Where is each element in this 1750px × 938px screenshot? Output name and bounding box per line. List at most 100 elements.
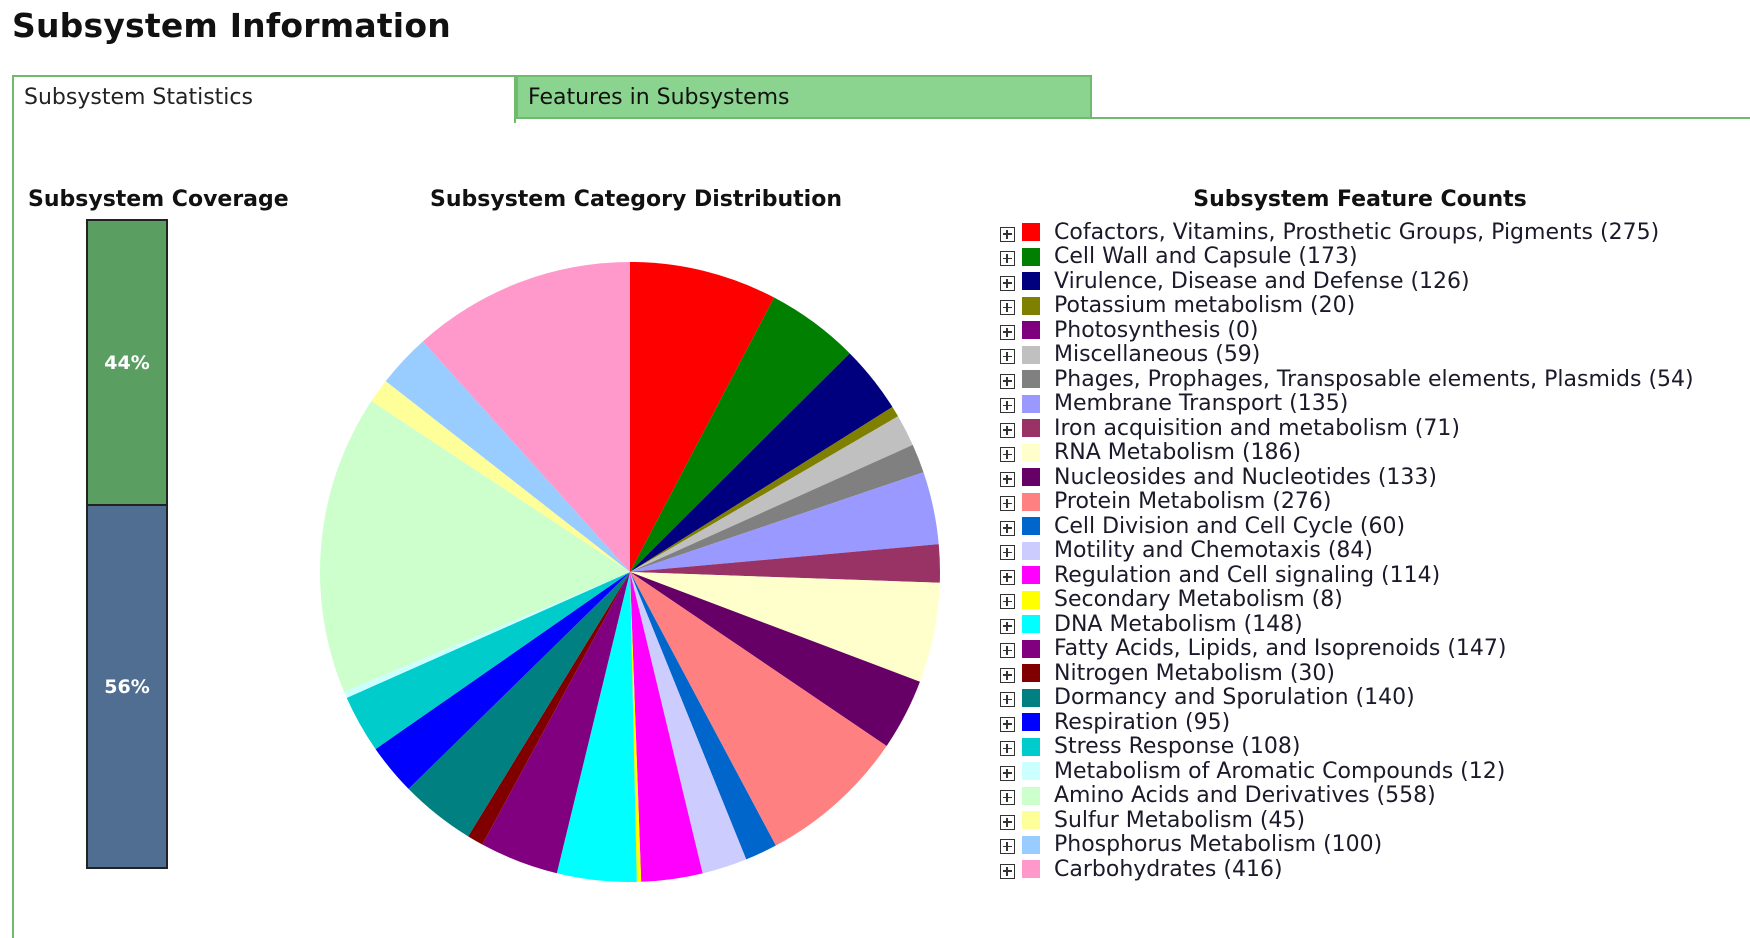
legend-label: Respiration (95) xyxy=(1054,709,1231,735)
legend-swatch xyxy=(1022,247,1040,266)
legend-item[interactable]: Regulation and Cell signaling (114) xyxy=(1000,563,1694,588)
legend-item[interactable]: Membrane Transport (135) xyxy=(1000,391,1694,417)
legend-item[interactable]: RNA Metabolism (186) xyxy=(1000,440,1694,466)
expand-plus-icon[interactable] xyxy=(1000,471,1015,487)
legend-swatch xyxy=(1022,345,1040,364)
legend-swatch xyxy=(1022,394,1040,413)
legend-swatch xyxy=(1022,468,1040,487)
legend-item[interactable]: Dormancy and Sporulation (140) xyxy=(1000,685,1694,711)
expand-plus-icon[interactable] xyxy=(1000,839,1015,855)
tab-subsystem-statistics[interactable]: Subsystem Statistics xyxy=(12,75,516,123)
legend-label: Potassium metabolism (20) xyxy=(1054,293,1356,319)
legend-item[interactable]: Phosphorus Metabolism (100) xyxy=(1000,832,1694,858)
legend-item[interactable]: Sulfur Metabolism (45) xyxy=(1000,808,1694,833)
coverage-title: Subsystem Coverage xyxy=(28,187,289,212)
page-title: Subsystem Information xyxy=(12,6,451,45)
legend-item[interactable]: Iron acquisition and metabolism (71) xyxy=(1000,416,1694,441)
expand-plus-icon[interactable] xyxy=(1000,716,1015,732)
legend-label: Phages, Prophages, Transposable elements… xyxy=(1054,366,1694,392)
legend-item[interactable]: DNA Metabolism (148) xyxy=(1000,612,1694,637)
legend-swatch xyxy=(1022,860,1040,879)
legend-item[interactable]: Cell Division and Cell Cycle (60) xyxy=(1000,514,1694,539)
expand-plus-icon[interactable] xyxy=(1000,496,1015,512)
legend-item[interactable]: Carbohydrates (416) xyxy=(1000,857,1694,882)
expand-plus-icon[interactable] xyxy=(1000,790,1015,806)
expand-plus-icon[interactable] xyxy=(1000,667,1015,683)
legend-label: Carbohydrates (416) xyxy=(1054,856,1283,882)
expand-plus-icon[interactable] xyxy=(1000,692,1015,708)
legend-label: Nitrogen Metabolism (30) xyxy=(1054,660,1335,686)
legend-item[interactable]: Photosynthesis (0) xyxy=(1000,318,1694,343)
legend-swatch xyxy=(1022,370,1040,389)
legend-item[interactable]: Protein Metabolism (276) xyxy=(1000,489,1694,514)
legend-swatch xyxy=(1022,419,1040,438)
expand-plus-icon[interactable] xyxy=(1000,643,1015,659)
legend-swatch xyxy=(1022,713,1040,732)
expand-plus-icon[interactable] xyxy=(1000,251,1015,267)
panel-border xyxy=(12,121,14,938)
tab-features-in-subsystems[interactable]: Features in Subsystems xyxy=(516,75,1092,119)
legend-label: Cell Division and Cell Cycle (60) xyxy=(1054,513,1406,539)
legend-swatch xyxy=(1022,566,1040,585)
legend-label: Virulence, Disease and Defense (126) xyxy=(1054,268,1470,294)
legend-item[interactable]: Cofactors, Vitamins, Prosthetic Groups, … xyxy=(1000,220,1694,245)
expand-plus-icon[interactable] xyxy=(1000,226,1015,242)
expand-plus-icon[interactable] xyxy=(1000,594,1015,610)
legend-swatch xyxy=(1022,615,1040,634)
legend-item[interactable]: Secondary Metabolism (8) xyxy=(1000,587,1694,613)
expand-plus-icon[interactable] xyxy=(1000,373,1015,389)
legend-label: RNA Metabolism (186) xyxy=(1054,440,1302,466)
coverage-segment-annotated: 44% xyxy=(88,221,166,507)
expand-plus-icon[interactable] xyxy=(1000,300,1015,316)
legend-item[interactable]: Stress Response (108) xyxy=(1000,734,1694,759)
legend-item[interactable]: Phages, Prophages, Transposable elements… xyxy=(1000,367,1694,392)
legend-label: Phosphorus Metabolism (100) xyxy=(1054,832,1383,858)
legend-item[interactable]: Amino Acids and Derivatives (558) xyxy=(1000,783,1694,808)
legend-item[interactable]: Nitrogen Metabolism (30) xyxy=(1000,661,1694,686)
legend-label: Miscellaneous (59) xyxy=(1054,342,1261,368)
expand-plus-icon[interactable] xyxy=(1000,447,1015,463)
legend-label: Motility and Chemotaxis (84) xyxy=(1054,538,1374,564)
legend-item[interactable]: Potassium metabolism (20) xyxy=(1000,293,1694,319)
legend-label: Fatty Acids, Lipids, and Isoprenoids (14… xyxy=(1054,636,1507,662)
expand-plus-icon[interactable] xyxy=(1000,814,1015,830)
expand-plus-icon[interactable] xyxy=(1000,422,1015,438)
coverage-bar: 44% 56% xyxy=(86,219,168,869)
legend-label: DNA Metabolism (148) xyxy=(1054,611,1303,637)
expand-plus-icon[interactable] xyxy=(1000,545,1015,561)
legend-swatch xyxy=(1022,688,1040,707)
expand-plus-icon[interactable] xyxy=(1000,349,1015,365)
legend-swatch xyxy=(1022,296,1040,315)
legend-item[interactable]: Miscellaneous (59) xyxy=(1000,342,1694,368)
legend-swatch xyxy=(1022,590,1040,609)
legend-swatch xyxy=(1022,762,1040,781)
legend-label: Iron acquisition and metabolism (71) xyxy=(1054,415,1460,441)
coverage-segment-unannotated: 56% xyxy=(88,506,166,867)
legend-item[interactable]: Nucleosides and Nucleotides (133) xyxy=(1000,465,1694,490)
pie-chart-title: Subsystem Category Distribution xyxy=(430,187,842,212)
tab-bar-divider xyxy=(1092,117,1750,119)
legend-label: Dormancy and Sporulation (140) xyxy=(1054,685,1415,711)
legend-item[interactable]: Metabolism of Aromatic Compounds (12) xyxy=(1000,759,1694,784)
legend-item[interactable]: Respiration (95) xyxy=(1000,710,1694,735)
legend-item[interactable]: Virulence, Disease and Defense (126) xyxy=(1000,269,1694,294)
expand-plus-icon[interactable] xyxy=(1000,324,1015,340)
legend-swatch xyxy=(1022,492,1040,511)
legend-swatch xyxy=(1022,272,1040,291)
expand-plus-icon[interactable] xyxy=(1000,765,1015,781)
legend-item[interactable]: Motility and Chemotaxis (84) xyxy=(1000,538,1694,564)
expand-plus-icon[interactable] xyxy=(1000,741,1015,757)
expand-plus-icon[interactable] xyxy=(1000,398,1015,414)
expand-plus-icon[interactable] xyxy=(1000,569,1015,585)
legend-item[interactable]: Cell Wall and Capsule (173) xyxy=(1000,244,1694,269)
expand-plus-icon[interactable] xyxy=(1000,520,1015,536)
legend-label: Membrane Transport (135) xyxy=(1054,391,1349,417)
legend-item[interactable]: Fatty Acids, Lipids, and Isoprenoids (14… xyxy=(1000,636,1694,662)
expand-plus-icon[interactable] xyxy=(1000,275,1015,291)
feature-counts-legend: Cofactors, Vitamins, Prosthetic Groups, … xyxy=(1000,220,1694,882)
legend-label: Cofactors, Vitamins, Prosthetic Groups, … xyxy=(1054,219,1660,245)
legend-swatch xyxy=(1022,811,1040,830)
expand-plus-icon[interactable] xyxy=(1000,863,1015,879)
expand-plus-icon[interactable] xyxy=(1000,618,1015,634)
legend-label: Secondary Metabolism (8) xyxy=(1054,587,1343,613)
